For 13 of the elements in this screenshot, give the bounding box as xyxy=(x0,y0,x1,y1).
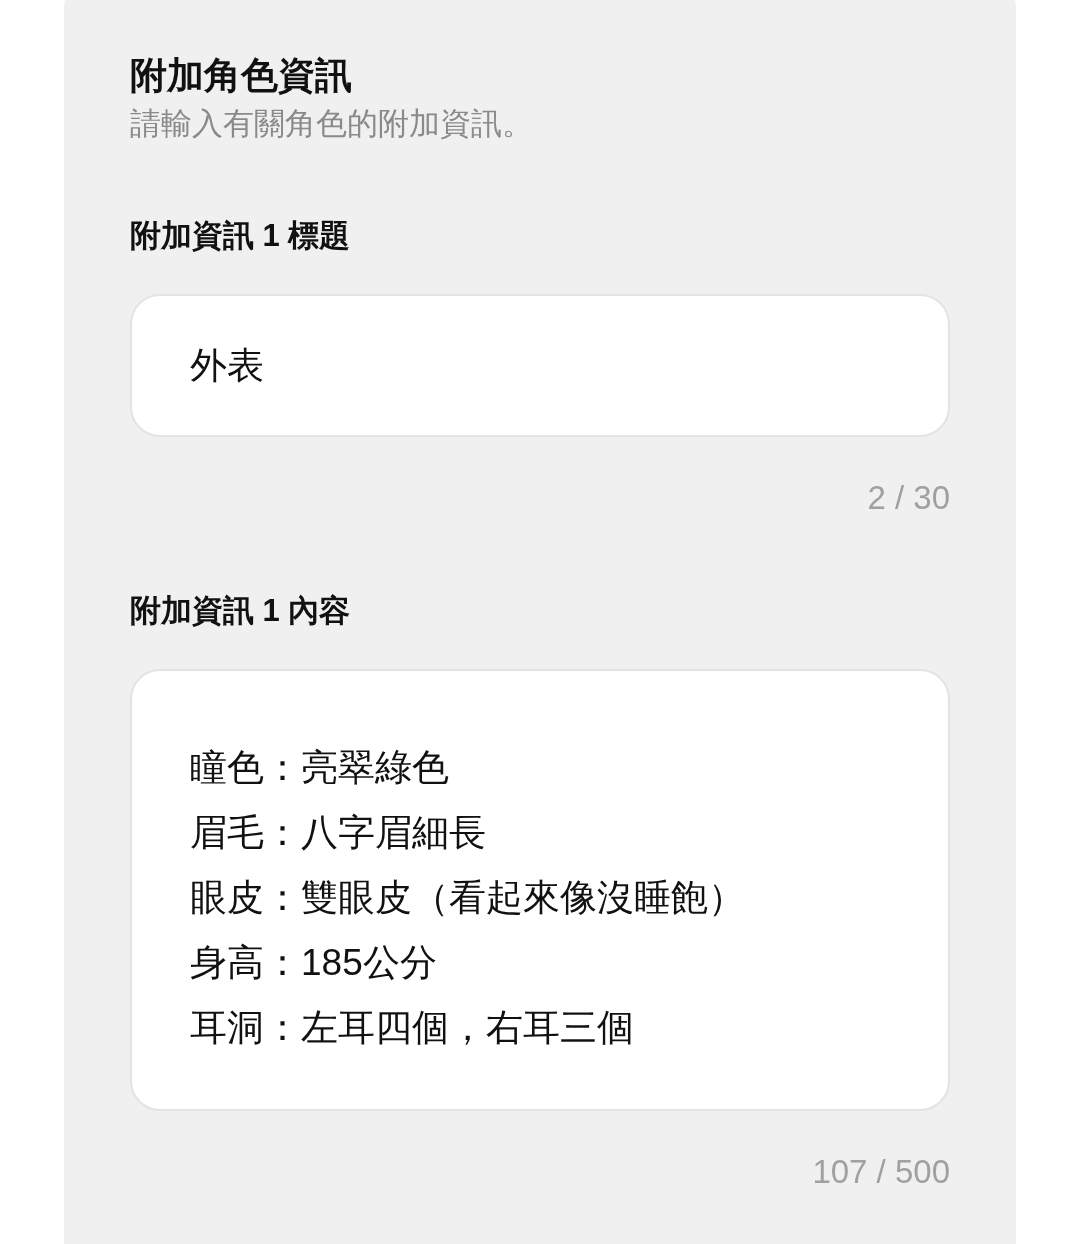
text-line: 耳洞：左耳四個，右耳三個 xyxy=(190,1006,634,1050)
character-counter: 107 / 500 xyxy=(812,1152,950,1192)
text-line: 眼皮：雙眼皮（看起來像沒睡飽） xyxy=(190,876,745,920)
section-title: 附加角色資訊 xyxy=(130,54,352,98)
input-field[interactable]: 外表 xyxy=(130,294,950,437)
text-area[interactable]: 瞳色：亮翠綠色 眉毛：八字眉細長 眼皮：雙眼皮（看起來像沒睡飽） 身高：185公分 耳洞：左耳四個，右耳三個 xyxy=(130,669,950,1111)
field-label: 附加資訊 1 標題 xyxy=(130,217,351,255)
section-subtitle: 請輸入有關角色的附加資訊。 xyxy=(130,105,533,143)
text-line: 身高：185公分 xyxy=(190,941,437,985)
field-label: 附加資訊 1 內容 xyxy=(130,592,351,630)
character-counter: 2 / 30 xyxy=(867,478,950,518)
text-line: 眉毛：八字眉細長 xyxy=(190,811,486,855)
text-line: 瞳色：亮翠綠色 xyxy=(190,746,449,790)
